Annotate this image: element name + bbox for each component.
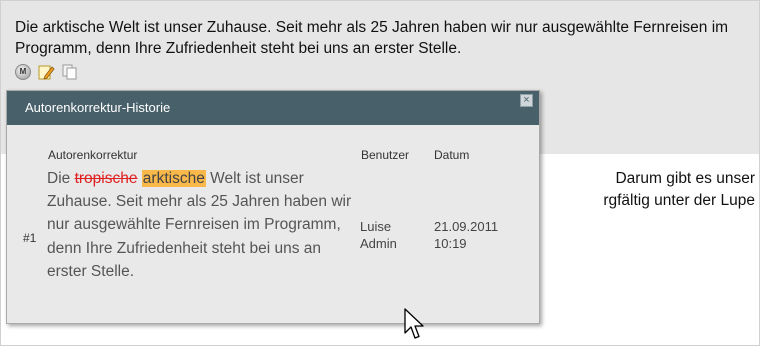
segment-toolbar: M <box>15 63 79 81</box>
row-date: 21.09.2011 10:19 <box>434 218 498 252</box>
correction-prefix: Die <box>47 170 75 187</box>
row-number: #1 <box>23 231 37 245</box>
column-header-correction: Autorenkorrektur <box>48 148 138 162</box>
row-date-line-1: 21.09.2011 <box>434 219 499 234</box>
segment-text: Die arktische Welt ist unser Zuhause. Se… <box>15 19 729 57</box>
correction-text: Die tropische arktische Welt ist unser Z… <box>47 167 362 283</box>
popup-title: Autorenkorrektur-Historie <box>7 91 539 125</box>
next-segment-text: Darum gibt es unser rgfältig unter der L… <box>540 168 755 212</box>
next-segment-line-2: rgfältig unter der Lupe <box>603 192 755 209</box>
row-user: Luise Admin <box>360 218 397 252</box>
correction-history-popup: Autorenkorrektur-Historie × Autorenkorre… <box>6 90 540 324</box>
edit-pencil-icon[interactable] <box>37 63 55 81</box>
close-icon[interactable]: × <box>520 94 533 107</box>
row-user-line-1: Luise <box>360 219 392 234</box>
column-header-user: Benutzer <box>361 148 410 162</box>
mouse-cursor-icon <box>404 308 426 347</box>
inserted-word: arktische <box>141 170 206 187</box>
column-header-date: Datum <box>434 148 470 162</box>
row-date-line-2: 10:19 <box>434 236 467 251</box>
deleted-word: tropische <box>74 170 138 187</box>
row-user-line-2: Admin <box>360 236 397 251</box>
m-badge-icon[interactable]: M <box>15 64 31 80</box>
next-segment-line-1: Darum gibt es unser <box>615 170 755 187</box>
copy-icon[interactable] <box>61 63 79 81</box>
